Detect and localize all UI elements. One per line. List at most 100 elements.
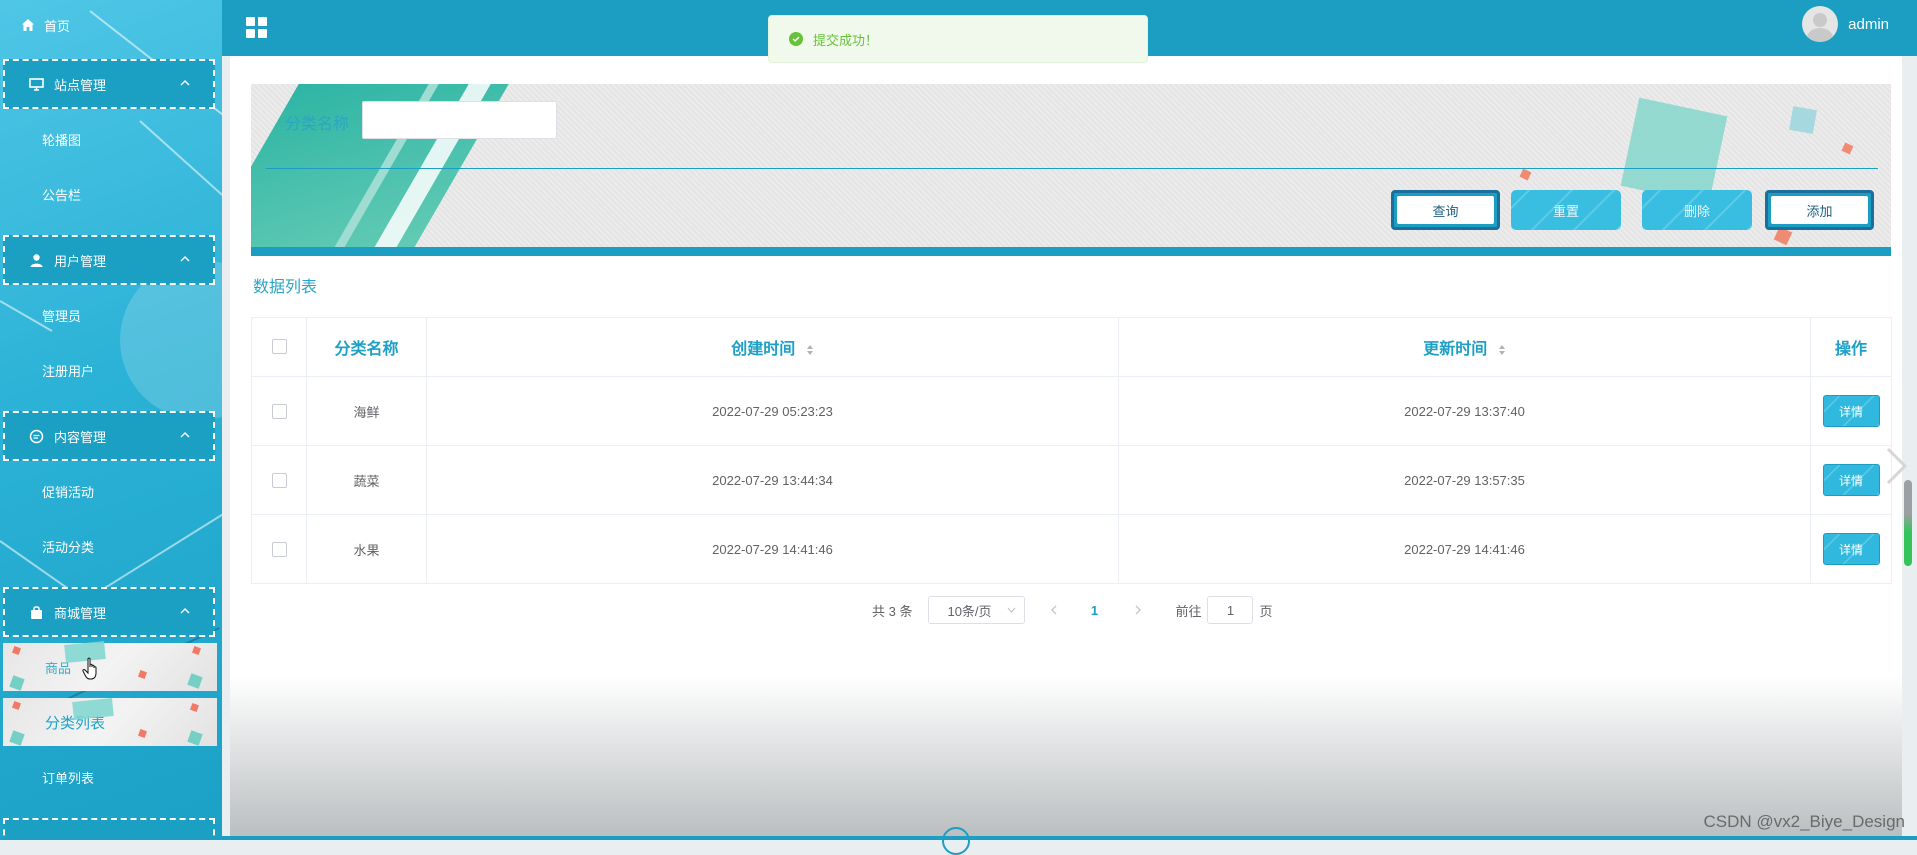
column-header-label: 更新时间 [1423,341,1488,358]
page-number[interactable]: 1 [1079,603,1109,618]
cell-created: 2022-07-29 14:41:46 [426,514,1119,584]
sidebar-item-label: 公告栏 [42,187,82,203]
search-panel: 分类名称 查询 重置 删除 添加 [251,84,1891,256]
sort-icon[interactable] [1498,344,1506,356]
sidebar-item-label: 订单列表 [42,770,95,786]
chevron-up-icon [180,80,190,86]
detail-button[interactable]: 详情 [1822,395,1880,427]
sidebar-item-promotions[interactable]: 促销活动 [0,471,222,511]
pagination-total: 共 3 条 [872,603,913,619]
chevron-up-icon [180,432,190,438]
table-header-row: 分类名称 创建时间 更新时间 操作 [251,317,1892,377]
divider [266,168,1878,169]
monitor-icon [29,77,44,92]
cell-updated: 2022-07-29 13:37:40 [1118,376,1811,446]
column-header-label: 创建时间 [731,341,796,358]
row-checkbox[interactable] [271,542,287,558]
select-all-cell [251,317,307,377]
pagination: 共 3 条 10条/页 1 前往 页 [872,595,1273,625]
nav-group-next[interactable] [3,818,215,840]
nav-home[interactable]: 首页 [0,8,222,42]
nav-group-shop[interactable]: 商城管理 [3,587,215,637]
sidebar-item-admins[interactable]: 管理员 [0,295,222,335]
sidebar-item-notice[interactable]: 公告栏 [0,174,222,214]
nav-group-content[interactable]: 内容管理 [3,411,215,461]
column-header-created[interactable]: 创建时间 [426,317,1119,377]
nav-group-label: 站点管理 [54,77,107,93]
data-table: 分类名称 创建时间 更新时间 操作 海鲜 2022-07-29 05:23:23… [251,317,1892,584]
sidebar-item-label: 注册用户 [42,363,95,379]
decor-shape [1519,168,1532,181]
reset-button[interactable]: 重置 [1511,190,1621,230]
sidebar-item-orders[interactable]: 订单列表 [0,757,222,797]
nav-home-label: 首页 [44,18,71,34]
category-name-input[interactable] [362,101,557,139]
nav-group-label: 用户管理 [54,253,107,269]
nav-group-users[interactable]: 用户管理 [3,235,215,285]
hand-cursor-icon [82,657,97,680]
nav-group-label: 商城管理 [54,605,107,621]
sort-icon[interactable] [806,344,814,356]
section-title: 数据列表 [253,279,318,296]
select-all-checkbox[interactable] [271,339,287,355]
bag-icon [29,605,44,620]
query-button[interactable]: 查询 [1391,190,1500,230]
chevron-right-icon [1136,605,1142,614]
column-header-updated[interactable]: 更新时间 [1118,317,1811,377]
row-checkbox[interactable] [271,404,287,420]
username: admin [1848,15,1889,33]
decor-circle [942,827,970,855]
column-header: 操作 [1810,317,1892,377]
decor-shape [1620,97,1728,205]
sidebar-item-category-list[interactable]: 分类列表 [3,697,217,746]
cell-name: 蔬菜 [306,445,427,515]
detail-button[interactable]: 详情 [1822,533,1880,565]
chevron-down-icon [1008,607,1016,613]
success-toast: 提交成功！ [768,15,1148,63]
nav-group-label: 内容管理 [54,429,107,445]
table-row: 海鲜 2022-07-29 05:23:23 2022-07-29 13:37:… [251,376,1892,446]
row-checkbox[interactable] [271,473,287,489]
cell-updated: 2022-07-29 13:57:35 [1118,445,1811,515]
sidebar-item-label: 促销活动 [42,484,95,500]
add-button[interactable]: 添加 [1765,190,1874,230]
sidebar-item-activity-categories[interactable]: 活动分类 [0,526,222,566]
sidebar: 首页 站点管理 轮播图 公告栏 用户管理 管理员 注册用户 内容管理 促销活动 … [0,0,222,840]
goto-prefix: 前往 [1175,603,1202,619]
nav-group-site[interactable]: 站点管理 [3,59,215,109]
prev-page-button[interactable] [1039,603,1069,618]
sidebar-item-banner[interactable]: 轮播图 [0,119,222,159]
detail-button[interactable]: 详情 [1822,464,1880,496]
sidebar-item-products[interactable]: 商品 [3,640,217,691]
decor-shape [1841,142,1854,155]
avatar-icon [1802,6,1839,42]
delete-button[interactable]: 删除 [1642,190,1752,230]
search-label: 分类名称 [285,116,350,133]
user-icon [29,253,44,268]
scrollbar[interactable] [1904,480,1912,566]
panel-strip [251,247,1891,256]
main-content: 分类名称 查询 重置 删除 添加 数据列表 分类名称 创建时间 更新时间 操作 … [230,56,1902,840]
next-page-button[interactable] [1123,603,1153,618]
sidebar-item-label: 活动分类 [42,539,95,555]
goto-page-input[interactable] [1207,596,1254,624]
bottom-fade [230,676,1902,840]
cell-name: 海鲜 [306,376,427,446]
column-header: 分类名称 [306,317,427,377]
cell-updated: 2022-07-29 14:41:46 [1118,514,1811,584]
chevron-left-icon [1051,605,1057,614]
bottom-bar [222,836,1917,840]
sidebar-item-label: 轮播图 [42,132,82,148]
grid-icon[interactable] [246,17,268,39]
page-size-select[interactable]: 10条/页 [928,596,1026,624]
sidebar-item-registered-users[interactable]: 注册用户 [0,350,222,390]
chevron-up-icon [180,256,190,262]
query-button-label: 查询 [1397,196,1494,224]
user-menu[interactable]: admin [1802,6,1889,42]
decor-shape [1789,106,1817,134]
cell-created: 2022-07-29 05:23:23 [426,376,1119,446]
sidebar-item-label: 管理员 [42,308,82,324]
table-row: 蔬菜 2022-07-29 13:44:34 2022-07-29 13:57:… [251,445,1892,515]
watermark: CSDN @vx2_Biye_Design [1703,812,1905,831]
toast-message: 提交成功！ [813,32,879,48]
